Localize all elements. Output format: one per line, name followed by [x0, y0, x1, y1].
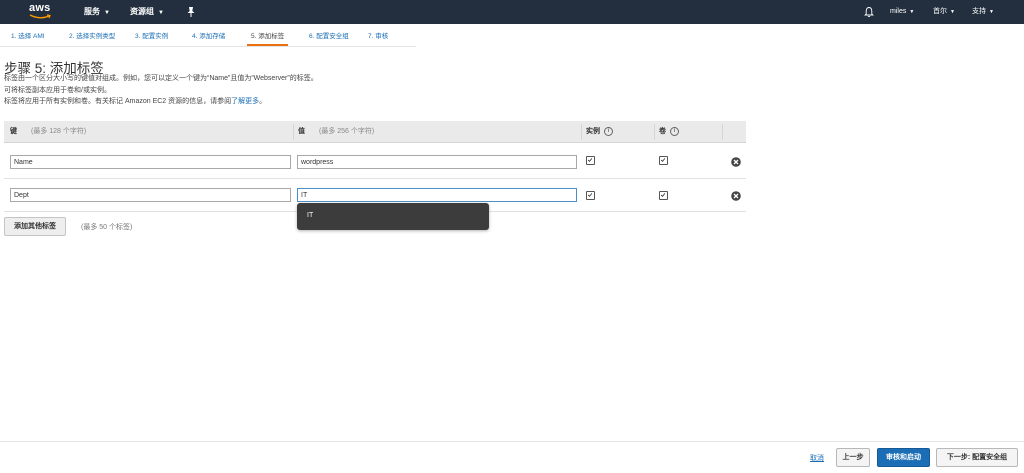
top-nav-bar: aws 服务 ▼ 资源组 ▼ miles ▼ 首尔 ▼ 支持 ▼: [0, 0, 1024, 24]
next-configure-security-group-button[interactable]: 下一步: 配置安全组: [936, 448, 1018, 467]
autocomplete-option[interactable]: IT: [307, 212, 313, 219]
key-header-hint: (最多 128 个字符): [31, 128, 87, 135]
pin-icon[interactable]: [186, 6, 196, 18]
tag-key-input[interactable]: [10, 188, 291, 202]
description-line-3-end: 。: [259, 98, 267, 105]
description-line-1: 标签由一个区分大小写的键值对组成。例如，您可以定义一个键为“Name”且值为“W…: [4, 75, 318, 82]
step-tab-add-storage[interactable]: 4. 添加存储: [188, 30, 229, 46]
column-divider: [654, 124, 655, 140]
description-line-3: 标签将应用于所有实例和卷。有关标记 Amazon EC2 资源的信息，请参阅了解…: [4, 96, 266, 106]
chevron-down-icon: ▼: [950, 9, 955, 15]
column-divider: [722, 124, 723, 140]
learn-more-link[interactable]: 了解更多: [231, 98, 259, 105]
max-tags-hint: (最多 50 个标签): [81, 224, 133, 231]
volumes-checkbox[interactable]: [659, 156, 668, 165]
step-tab-add-tags[interactable]: 5. 添加标签: [247, 30, 289, 46]
tag-value-input[interactable]: [297, 155, 577, 169]
volumes-checkbox[interactable]: [659, 191, 668, 200]
add-tag-button[interactable]: 添加其他标签: [4, 217, 66, 236]
cancel-link[interactable]: 取消: [810, 453, 824, 463]
instances-header-label: 实例: [586, 128, 600, 135]
chevron-down-icon: ▼: [909, 9, 915, 15]
step-tab-configure-security-group[interactable]: 6. 配置安全组: [305, 30, 353, 46]
value-autocomplete-dropdown: IT: [297, 203, 489, 230]
region-menu[interactable]: 首尔 ▼: [933, 0, 955, 24]
tags-table-header: 键 (最多 128 个字符) 值 (最多 256 个字符) 实例 i 卷i: [4, 121, 746, 143]
review-and-launch-button[interactable]: 审核和启动: [877, 448, 930, 467]
key-header-label: 键: [10, 128, 17, 135]
volumes-header-label: 卷: [659, 128, 666, 135]
instances-checkbox[interactable]: [586, 191, 595, 200]
bell-icon[interactable]: [864, 6, 874, 18]
services-menu-label: 服务: [84, 7, 100, 16]
step-tab-configure-instance[interactable]: 3. 配置实例: [131, 30, 172, 46]
info-icon[interactable]: i: [670, 126, 679, 136]
value-column-header: 值 (最多 256 个字符): [298, 121, 374, 143]
user-menu[interactable]: miles ▼: [890, 0, 914, 24]
description-line-3-text: 标签将应用于所有实例和卷。有关标记 Amazon EC2 资源的信息，请参阅: [4, 98, 232, 105]
step-tab-review[interactable]: 7. 审核: [364, 30, 392, 46]
resource-groups-menu-label: 资源组: [130, 7, 154, 16]
checkmark-icon: [660, 193, 666, 198]
step-tab-choose-ami[interactable]: 1. 选择 AMI: [7, 30, 49, 46]
column-divider: [581, 124, 582, 140]
remove-tag-icon[interactable]: [731, 191, 741, 201]
support-menu[interactable]: 支持 ▼: [972, 0, 994, 24]
chevron-down-icon: ▼: [989, 9, 994, 15]
aws-logo-text: aws: [29, 2, 51, 14]
instances-checkbox[interactable]: [586, 156, 595, 165]
checkmark-icon: [587, 193, 593, 198]
value-header-label: 值: [298, 128, 305, 135]
value-header-hint: (最多 256 个字符): [319, 128, 375, 135]
chevron-down-icon: ▼: [104, 10, 110, 16]
previous-button[interactable]: 上一步: [836, 448, 870, 467]
services-menu[interactable]: 服务 ▼: [84, 0, 110, 24]
description-line-2: 可将标签副本应用于卷和/或实例。: [4, 87, 111, 94]
volumes-column-header: 卷i: [659, 121, 679, 143]
column-divider: [293, 124, 294, 140]
steps-divider: [0, 46, 416, 47]
checkmark-icon: [660, 158, 666, 163]
instances-column-header: 实例 i: [586, 121, 613, 143]
region-menu-label: 首尔: [933, 8, 947, 15]
remove-tag-icon[interactable]: [731, 157, 741, 167]
info-icon[interactable]: i: [604, 126, 613, 136]
chevron-down-icon: ▼: [158, 10, 164, 16]
footer-divider: [0, 441, 1024, 442]
aws-logo[interactable]: aws: [24, 2, 60, 22]
checkmark-icon: [587, 158, 593, 163]
tag-key-input[interactable]: [10, 155, 291, 169]
key-column-header: 键 (最多 128 个字符): [10, 121, 86, 143]
support-menu-label: 支持: [972, 8, 986, 15]
row-divider: [4, 178, 746, 179]
tag-value-input[interactable]: [297, 188, 577, 202]
user-menu-label: miles: [890, 8, 907, 15]
aws-smile-icon: [29, 14, 51, 19]
resource-groups-menu[interactable]: 资源组 ▼: [130, 0, 164, 24]
step-tab-choose-instance-type[interactable]: 2. 选择实例类型: [65, 30, 119, 46]
